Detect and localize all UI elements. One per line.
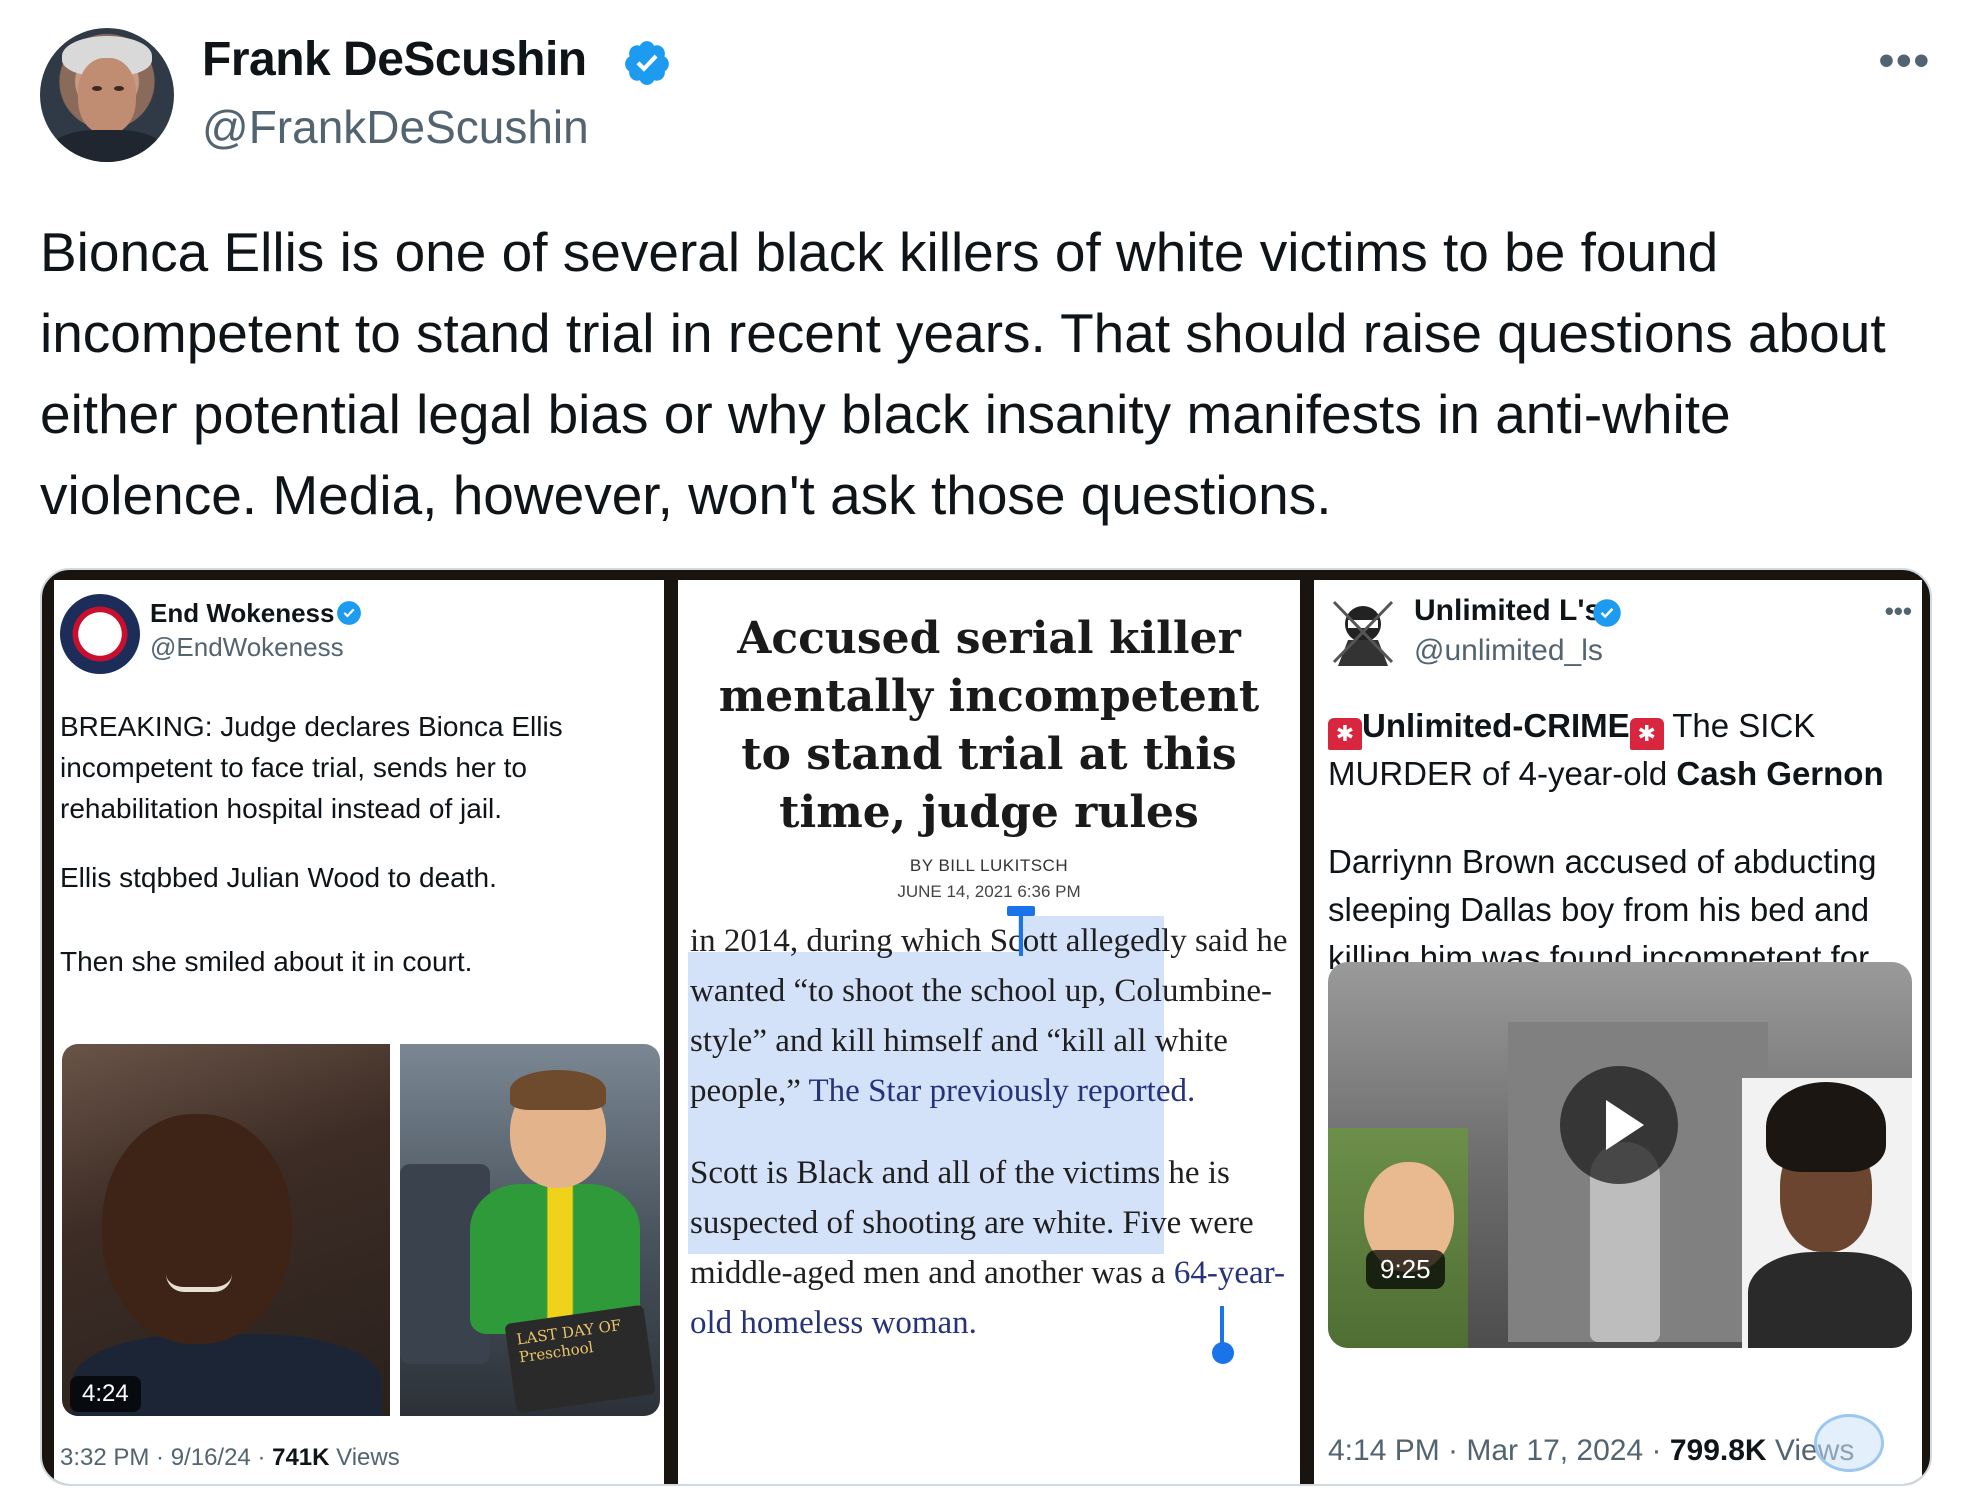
- article-body: in 2014, during which Scott allegedly sa…: [690, 916, 1290, 1348]
- siren-icon: ✱: [1328, 718, 1362, 750]
- panel1-line2: Ellis stqbbed Julian Wood to death.: [60, 862, 497, 893]
- tweet-media[interactable]: End Wokeness @EndWokeness BREAKING: Judg…: [40, 568, 1932, 1486]
- avatar-face: [78, 58, 136, 134]
- panel3-more-icon: •••: [1884, 596, 1912, 626]
- panel3-display-name: Unlimited L's: [1414, 594, 1602, 627]
- author-display-name[interactable]: Frank DeScushin: [202, 32, 587, 87]
- article-date: JUNE 14, 2021 6:36 PM: [897, 882, 1081, 901]
- panel3-headline: ✱ Unlimited-CRIME ✱ The SICK MURDER of 4-y…: [1328, 702, 1918, 798]
- panel3-footer: 4:14 PM · Mar 17, 2024 · 799.8K Views: [1328, 1434, 1854, 1468]
- panel1-views-label: Views: [329, 1444, 400, 1471]
- selection-end-handle[interactable]: [1212, 1306, 1234, 1364]
- panel3-video[interactable]: 9:25: [1328, 962, 1912, 1348]
- avatar-eye: [92, 86, 102, 91]
- article-paragraph: in 2014, during which Scott allegedly sa…: [690, 916, 1290, 1116]
- siren-icon: ✱: [1629, 718, 1664, 750]
- ninja-avatar-icon: [1332, 600, 1394, 666]
- panel3-timestamp: 4:14 PM · Mar 17, 2024 ·: [1328, 1434, 1670, 1467]
- panel1-photo-woman: [62, 1044, 390, 1416]
- verified-badge-icon: [1593, 599, 1621, 627]
- verified-badge-icon: [625, 41, 669, 85]
- panel3-headline-bold: Unlimited-CRIME: [1362, 707, 1630, 744]
- panel1-body: BREAKING: Judge declares Bionca Ellis in…: [60, 711, 563, 824]
- reply-bubble-icon: [1814, 1414, 1884, 1472]
- preschool-sign: LAST DAY OF Preschool: [504, 1304, 656, 1414]
- end-wokeness-avatar: [60, 594, 140, 674]
- article-text: Scott is Black and all of the victims he…: [690, 1155, 1254, 1291]
- video-duration-badge: 9:25: [1366, 1250, 1445, 1289]
- verified-badge-icon: [337, 601, 361, 625]
- photo-smile: [166, 1274, 232, 1292]
- more-options-button[interactable]: •••: [1879, 36, 1931, 86]
- panel3-handle: @unlimited_ls: [1414, 634, 1603, 667]
- panel1-photo-child: LAST DAY OF Preschool: [400, 1044, 660, 1416]
- author-avatar[interactable]: [40, 28, 174, 162]
- panel1-handle: @EndWokeness: [150, 632, 344, 662]
- media-panel-article[interactable]: Accused serial killer mentally incompete…: [678, 580, 1300, 1484]
- photo-head: [102, 1114, 292, 1344]
- article-headline: Accused serial killer mentally incompete…: [718, 613, 1260, 838]
- media-panel-unlimited-ls[interactable]: Unlimited L's @unlimited_ls ••• ✱ Unlimit…: [1314, 580, 1922, 1484]
- tweet-text: Bionca Ellis is one of several black kil…: [40, 221, 1886, 526]
- panel1-timestamp: 3:32 PM · 9/16/24 ·: [60, 1444, 273, 1471]
- article-link[interactable]: The Star previously reported.: [809, 1073, 1196, 1109]
- avatar-shirt: [50, 130, 164, 162]
- panel3-views-count: 799.8K: [1669, 1434, 1767, 1467]
- selection-start-handle[interactable]: [1007, 906, 1035, 956]
- article-paragraph: Scott is Black and all of the victims he…: [690, 1148, 1290, 1348]
- panel1-footer: 3:32 PM · 9/16/24 · 741K Views: [60, 1444, 400, 1472]
- media-panel-end-wokeness[interactable]: End Wokeness @EndWokeness BREAKING: Judg…: [54, 580, 664, 1484]
- mugshot-hair: [1766, 1082, 1886, 1172]
- avatar-eye: [114, 86, 124, 91]
- panel1-views-count: 741K: [272, 1444, 330, 1471]
- panel3-headline-name: Cash Gernon: [1676, 755, 1884, 792]
- mugshot-body: [1748, 1252, 1912, 1348]
- article-byline: BY BILL LUKITSCH: [909, 856, 1069, 875]
- panel1-display-name: End Wokeness: [150, 598, 335, 628]
- panel1-line3: Then she smiled about it in court.: [60, 946, 473, 977]
- photo-child-hair: [510, 1070, 606, 1110]
- video-duration-badge: 4:24: [70, 1376, 141, 1412]
- play-icon[interactable]: [1560, 1066, 1678, 1184]
- author-handle[interactable]: @FrankDeScushin: [202, 100, 589, 154]
